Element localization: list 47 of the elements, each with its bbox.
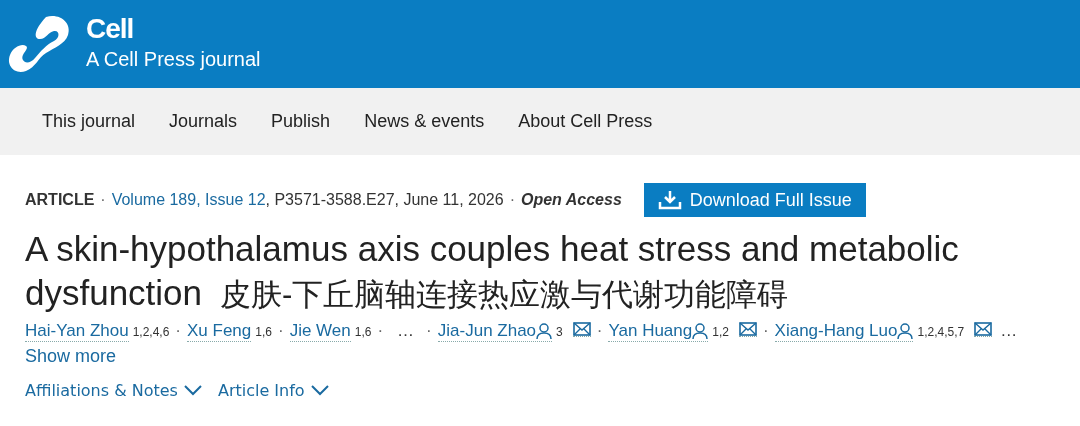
separator-dot: · <box>377 321 384 341</box>
separator-dot: · <box>596 321 603 341</box>
more-authors-ellipsis: … <box>397 321 415 341</box>
nav-link[interactable]: This journal <box>42 111 136 132</box>
journal-subtitle: A Cell Press journal <box>86 47 261 72</box>
show-more-link[interactable]: Show more <box>25 346 1055 367</box>
nav-link[interactable]: Publish <box>271 111 331 132</box>
more-authors-ellipsis: … <box>1000 321 1018 341</box>
article-title: A skin-hypothalamus axis couples heat stress and metabolic dysfunction 皮肤-下丘脑轴连接热应激与代谢功能障碍 <box>25 228 960 314</box>
article-details: , P3571-3588.E27, June 11, 2026 <box>265 191 504 209</box>
affiliation-numbers: 3 <box>556 325 563 339</box>
author-link[interactable]: Xu Feng <box>187 321 252 342</box>
separator-dot: · <box>277 321 284 341</box>
download-button[interactable]: Download Full Issue <box>643 183 866 217</box>
nav-link[interactable]: News & events <box>364 111 485 132</box>
open-access-label: Open Access <box>521 191 622 209</box>
affiliation-numbers: 1,2,4,5,7 <box>917 325 965 339</box>
email-icon[interactable] <box>974 322 993 336</box>
author-link[interactable]: Xiang-Hang Luo <box>774 321 914 342</box>
separator-dot: · <box>762 321 769 341</box>
separator-dot: · <box>175 321 181 341</box>
affiliation-numbers: 1,2,4,6 <box>132 325 170 339</box>
separator-dot: · <box>100 191 106 209</box>
separator-dot: · <box>509 191 515 209</box>
affiliation-numbers: 1,6 <box>255 325 272 339</box>
person-icon <box>897 322 914 340</box>
nav-link[interactable]: About Cell Press <box>518 111 653 132</box>
section-toggle[interactable]: Article Info <box>217 381 329 400</box>
person-icon <box>692 322 709 340</box>
nav-link[interactable]: Journals <box>169 111 238 132</box>
person-icon <box>536 322 553 340</box>
section-toggle[interactable]: Affiliations & Notes <box>25 381 202 400</box>
journal-title: Cell <box>86 14 135 44</box>
chevron-icon <box>310 385 329 396</box>
email-icon[interactable] <box>738 322 757 336</box>
author-link[interactable]: Hai-Yan Zhou <box>25 321 129 342</box>
issue-link[interactable]: Volume 189, Issue 12 <box>111 191 266 209</box>
author-link[interactable]: Yan Huang <box>608 321 709 342</box>
author-link[interactable]: Jie Wen <box>289 321 351 342</box>
affiliation-numbers: 1,6 <box>354 325 372 339</box>
chevron-icon <box>183 385 202 396</box>
article-type: ARTICLE <box>25 191 95 209</box>
affiliation-numbers: 1,2 <box>712 325 729 339</box>
download-icon <box>657 190 682 210</box>
email-icon[interactable] <box>572 322 591 336</box>
author-link[interactable]: Jia-Jun Zhao <box>437 321 553 342</box>
separator-dot: · <box>426 321 432 341</box>
